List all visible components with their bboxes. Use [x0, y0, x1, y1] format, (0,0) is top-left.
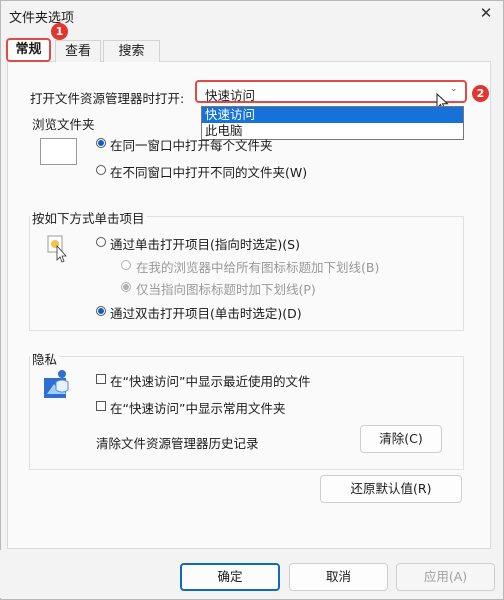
- window-title: 文件夹选项: [9, 11, 75, 26]
- annotation-badge-2: 2: [472, 85, 489, 102]
- option-same-window-label: 在同一窗口中打开每个文件夹: [110, 138, 273, 153]
- click-items-title: 按如下方式单击项目: [30, 208, 147, 227]
- restore-defaults-button[interactable]: 还原默认值(R): [320, 475, 462, 503]
- apply-button: 应用(A): [396, 563, 495, 591]
- radio-double-click[interactable]: [96, 306, 106, 316]
- browse-folders-title: 浏览文件夹: [30, 114, 97, 133]
- option-different-window-label: 在不同窗口中打开不同的文件夹(W): [110, 165, 308, 180]
- clear-history-label: 清除文件资源管理器历史记录: [96, 436, 259, 451]
- open-with-label: 打开文件资源管理器时打开:: [30, 91, 185, 106]
- radio-different-window[interactable]: [96, 165, 106, 175]
- click-pointer-icon: [47, 235, 67, 263]
- radio-underline-browser: [121, 260, 131, 270]
- clear-history-button[interactable]: 清除(C): [360, 425, 442, 453]
- option-underline-point-label: 仅当指向图标标题时加下划线(P): [136, 282, 316, 297]
- option-double-click-label: 通过双击打开项目(单击时选定)(D): [110, 306, 302, 321]
- cancel-button[interactable]: 取消: [289, 563, 388, 591]
- show-recent-label: 在“快速访问”中显示最近使用的文件: [110, 374, 311, 389]
- radio-same-window[interactable]: [96, 138, 106, 148]
- checkbox-show-frequent[interactable]: [96, 401, 106, 411]
- tab-general[interactable]: 常规: [6, 38, 51, 62]
- open-with-value: 快速访问: [205, 88, 256, 103]
- chevron-down-icon[interactable]: ⌄: [450, 84, 458, 94]
- privacy-shield-icon: [44, 370, 69, 398]
- privacy-title: 隐私: [30, 349, 60, 368]
- option-underline-browser-label: 在我的浏览器中给所有图标标题加下划线(B): [136, 260, 380, 275]
- window-icon: [40, 138, 77, 165]
- tab-search[interactable]: 搜索: [103, 40, 160, 62]
- checkbox-show-recent[interactable]: [96, 374, 106, 384]
- option-single-click-label: 通过单击打开项目(指向时选定)(S): [110, 237, 300, 252]
- ok-button[interactable]: 确定: [180, 563, 280, 591]
- radio-single-click[interactable]: [96, 237, 106, 247]
- annotation-badge-1: 1: [51, 23, 68, 40]
- dropdown-option-quick-access[interactable]: 快速访问: [202, 107, 463, 123]
- radio-underline-point: [121, 282, 131, 292]
- tab-view[interactable]: 查看: [55, 40, 101, 62]
- close-icon[interactable]: ✕: [476, 3, 496, 23]
- show-frequent-label: 在“快速访问”中显示常用文件夹: [110, 401, 286, 416]
